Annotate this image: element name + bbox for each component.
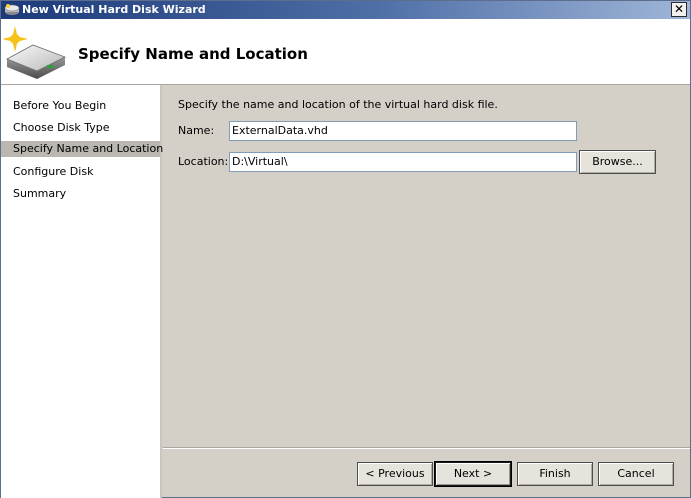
wizard-header: Specify Name and Location (1, 19, 690, 85)
cancel-button[interactable]: Cancel (598, 462, 674, 486)
name-label: Name: (178, 124, 215, 137)
step-summary[interactable]: Summary (1, 186, 160, 202)
wizard-footer: < Previous Next > Finish Cancel (163, 449, 690, 498)
step-specify-name-and-location[interactable]: Specify Name and Location (1, 141, 163, 157)
title-bar[interactable]: New Virtual Hard Disk Wizard ✕ (1, 1, 690, 19)
name-input[interactable]: ExternalData.vhd (229, 121, 577, 141)
close-icon: ✕ (673, 2, 685, 16)
close-button[interactable]: ✕ (671, 2, 687, 17)
previous-button[interactable]: < Previous (357, 462, 433, 486)
next-button[interactable]: Next > (435, 462, 511, 486)
wizard-steps-sidebar: Before You Begin Choose Disk Type Specif… (1, 85, 163, 498)
step-choose-disk-type[interactable]: Choose Disk Type (1, 120, 160, 136)
step-configure-disk[interactable]: Configure Disk (1, 164, 160, 180)
instruction-text: Specify the name and location of the vir… (178, 98, 498, 111)
hard-disk-icon (3, 26, 66, 79)
finish-button[interactable]: Finish (517, 462, 593, 486)
hard-disk-icon (4, 4, 20, 15)
wizard-window: New Virtual Hard Disk Wizard ✕ Specify N… (0, 0, 691, 498)
location-input[interactable]: D:\Virtual\ (229, 152, 577, 172)
step-before-you-begin[interactable]: Before You Begin (1, 98, 160, 114)
page-title: Specify Name and Location (78, 45, 308, 63)
location-label: Location: (178, 155, 229, 168)
browse-button[interactable]: Browse... (579, 150, 656, 174)
wizard-content: Specify the name and location of the vir… (163, 85, 690, 447)
window-title: New Virtual Hard Disk Wizard (22, 3, 206, 16)
